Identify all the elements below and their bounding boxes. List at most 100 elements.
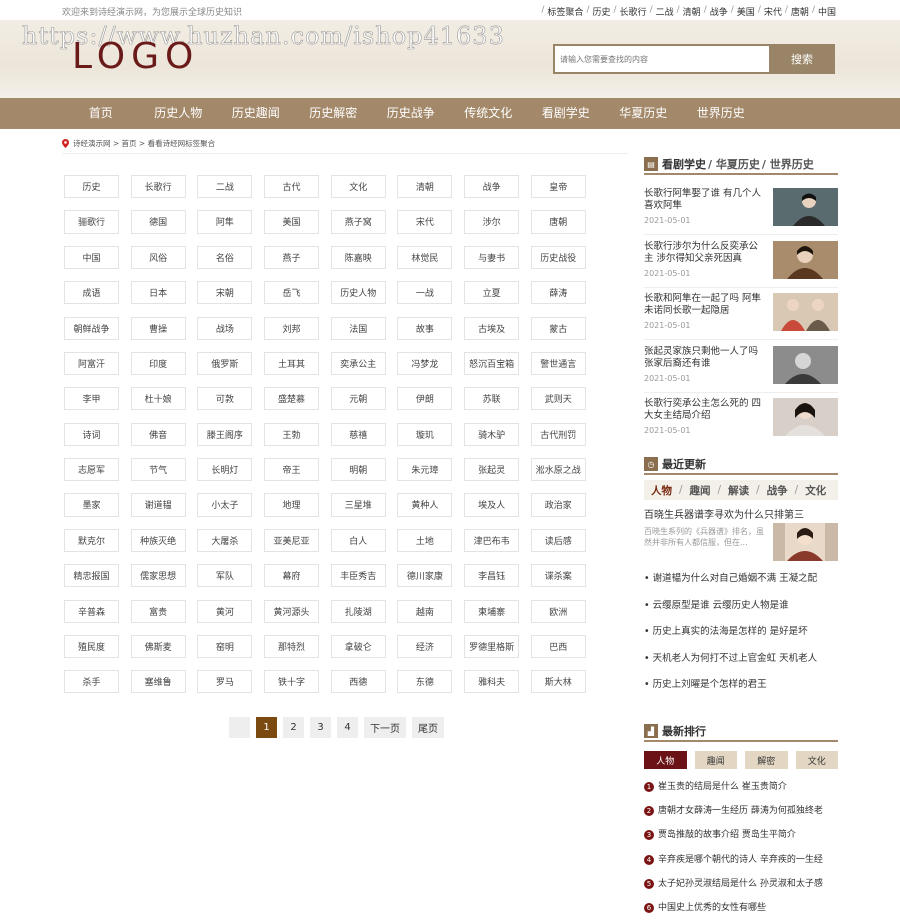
tag-item[interactable]: 欧洲 (530, 599, 586, 623)
tag-item[interactable]: 怒沉百宝箱 (464, 351, 520, 376)
latest-tab[interactable]: 解读 (721, 483, 756, 498)
tag-item[interactable]: 黄河源头 (264, 599, 320, 623)
tag-item[interactable]: 李甲 (64, 387, 119, 411)
drama-sub2[interactable]: / 世界历史 (762, 156, 814, 172)
tag-item[interactable]: 白人 (330, 528, 386, 552)
tag-item[interactable]: 历史战役 (530, 245, 586, 269)
tag-item[interactable]: 佛音 (130, 422, 186, 446)
tag-item[interactable]: 名俗 (197, 245, 253, 269)
search-input[interactable] (553, 44, 769, 74)
tag-item[interactable]: 丰臣秀吉 (330, 564, 386, 588)
nav-item[interactable]: 看剧学史 (527, 98, 605, 129)
ranking-list-item[interactable]: 5 太子妃孙灵淑结局是什么 孙灵淑和太子感 (644, 872, 838, 896)
tag-item[interactable]: 中国 (64, 245, 119, 269)
tag-item[interactable]: 杀手 (64, 670, 119, 694)
pager-page[interactable]: 4 (337, 717, 358, 738)
tag-item[interactable]: 薛涛 (530, 281, 586, 305)
top-link[interactable]: 中国 (818, 5, 836, 18)
ranking-list-item[interactable]: 2 唐朝才女薛涛一生经历 薛涛为何孤独终老 (644, 799, 838, 823)
tag-item[interactable]: 雅科夫 (464, 670, 520, 694)
tag-item[interactable]: 成语 (64, 281, 119, 305)
tag-item[interactable]: 一战 (397, 281, 453, 305)
tag-item[interactable]: 土地 (397, 528, 453, 552)
top-link[interactable]: 宋代 (764, 5, 782, 18)
tag-item[interactable]: 可敦 (197, 387, 253, 411)
tag-item[interactable]: 斯大林 (530, 670, 586, 694)
drama-news-thumbnail[interactable] (773, 398, 838, 436)
tag-item[interactable]: 明朝 (330, 458, 386, 482)
drama-news-thumbnail[interactable] (773, 240, 838, 279)
pager-last[interactable]: 尾页 (412, 717, 444, 738)
tag-item[interactable]: 土耳其 (264, 351, 320, 376)
tag-item[interactable]: 文化 (330, 175, 386, 199)
tag-item[interactable]: 塞维鲁 (130, 670, 186, 694)
tag-item[interactable]: 风俗 (130, 245, 186, 269)
latest-list-item[interactable]: • 天机老人为何打不过上官金虹 天机老人 (644, 646, 838, 673)
tag-item[interactable]: 古代 (264, 175, 320, 199)
tag-item[interactable]: 罗马 (197, 670, 253, 694)
tag-item[interactable]: 长明灯 (197, 458, 253, 482)
tag-item[interactable]: 地理 (264, 493, 320, 517)
tag-item[interactable]: 三星堆 (330, 493, 386, 517)
tag-item[interactable]: 读后感 (530, 528, 586, 552)
tag-item[interactable]: 德国 (130, 210, 186, 234)
tag-item[interactable]: 涉尔 (464, 210, 520, 234)
tag-item[interactable]: 骊歌行 (64, 210, 119, 234)
ranking-list-item[interactable]: 6 中国史上优秀的女性有哪些 (644, 896, 838, 920)
tag-item[interactable]: 历史人物 (330, 281, 386, 305)
tag-item[interactable]: 历史 (64, 175, 119, 199)
tag-item[interactable]: 战争 (464, 175, 520, 199)
drama-news-thumbnail[interactable] (773, 345, 838, 384)
tag-item[interactable]: 苏联 (464, 387, 520, 411)
latest-tab[interactable]: 文化 (798, 483, 833, 498)
ranking-list-item[interactable]: 4 辛弃疾是哪个朝代的诗人 辛弃疾的一生经 (644, 848, 838, 872)
tag-item[interactable]: 奕承公主 (330, 351, 386, 376)
tag-item[interactable]: 幕府 (264, 564, 320, 588)
tag-item[interactable]: 扎陵湖 (330, 599, 386, 623)
latest-tab[interactable]: 人物 (644, 483, 679, 498)
drama-news-title[interactable]: 长歌和阿隼在一起了吗 阿隼未诺同长歌一起隐居 (644, 293, 766, 317)
latest-top-thumbnail[interactable] (773, 523, 838, 561)
latest-top-title[interactable]: 百晓生兵器谱李寻欢为什么只排第三 (644, 506, 838, 521)
tag-item[interactable]: 富贵 (130, 599, 186, 623)
tag-item[interactable]: 阿隼 (197, 210, 253, 234)
top-link[interactable]: 二战 (656, 5, 674, 18)
tag-item[interactable]: 法国 (330, 316, 386, 340)
top-link[interactable]: 历史 (592, 5, 610, 18)
nav-item[interactable]: 华夏历史 (605, 98, 683, 129)
tag-item[interactable]: 璇玑 (397, 422, 453, 446)
tag-item[interactable]: 王勃 (264, 422, 320, 446)
tag-item[interactable]: 陈嘉映 (330, 245, 386, 269)
tag-item[interactable]: 曹操 (130, 316, 186, 340)
tag-item[interactable]: 俄罗斯 (197, 351, 253, 376)
pager-page[interactable]: 3 (310, 717, 331, 738)
tag-item[interactable]: 辛普森 (64, 599, 119, 623)
tag-item[interactable]: 古代刑罚 (530, 422, 586, 446)
tag-item[interactable]: 皇帝 (530, 175, 586, 199)
tag-item[interactable]: 古埃及 (464, 316, 520, 340)
latest-list-item[interactable]: • 历史上真实的法海是怎样的 是好是坏 (644, 619, 838, 646)
tag-item[interactable]: 大屠杀 (197, 528, 253, 552)
nav-item[interactable]: 传统文化 (450, 98, 528, 129)
drama-news-title[interactable]: 长歌行奕承公主怎么死的 四大女主结局介绍 (644, 398, 766, 422)
drama-news-thumbnail[interactable] (773, 293, 838, 331)
tag-item[interactable]: 慈禧 (330, 422, 386, 446)
nav-item[interactable]: 历史人物 (140, 98, 218, 129)
tag-item[interactable]: 战场 (197, 316, 253, 340)
tag-item[interactable]: 淞水原之战 (530, 458, 586, 482)
tag-item[interactable]: 朱元璋 (397, 458, 453, 482)
tag-item[interactable]: 拿破仑 (330, 634, 386, 659)
tag-item[interactable]: 林觉民 (397, 245, 453, 269)
tag-item[interactable]: 警世通言 (530, 351, 586, 376)
tag-item[interactable]: 宋代 (397, 210, 453, 234)
latest-list-item[interactable]: • 谢道韫为什么对自己婚姻不满 王凝之配 (644, 566, 838, 593)
tag-item[interactable]: 政治家 (530, 493, 586, 517)
ranking-tab[interactable]: 人物 (644, 751, 687, 769)
tag-item[interactable]: 铁十字 (264, 670, 320, 694)
tag-item[interactable]: 唐朝 (530, 210, 586, 234)
tag-item[interactable]: 罗德里格斯 (464, 634, 520, 659)
top-link[interactable]: 长歌行 (620, 5, 647, 18)
tag-item[interactable]: 杜十娘 (130, 387, 186, 411)
tag-item[interactable]: 长歌行 (130, 175, 186, 199)
tag-item[interactable]: 埃及人 (464, 493, 520, 517)
